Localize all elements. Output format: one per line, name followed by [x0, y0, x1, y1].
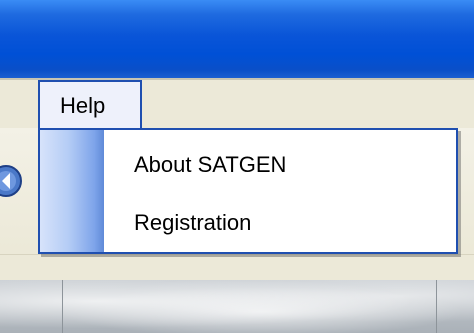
image-preview-area	[0, 280, 474, 333]
help-dropdown-menu: About SATGEN Registration	[38, 128, 458, 254]
preview-divider	[62, 280, 63, 333]
panel-header	[0, 254, 474, 281]
menu-item-registration[interactable]: Registration	[134, 210, 251, 236]
menu-item-about[interactable]: About SATGEN	[134, 152, 286, 178]
menu-item-registration-label: Registration	[134, 210, 252, 235]
menu-item-about-label: About SATGEN	[134, 152, 287, 177]
back-arrow-icon[interactable]	[0, 153, 24, 209]
window-title-bar	[0, 0, 474, 78]
menu-help-label: Help	[60, 93, 106, 118]
menu-icon-gutter	[40, 130, 104, 252]
preview-divider	[436, 280, 437, 333]
menu-help[interactable]: Help	[38, 80, 142, 128]
